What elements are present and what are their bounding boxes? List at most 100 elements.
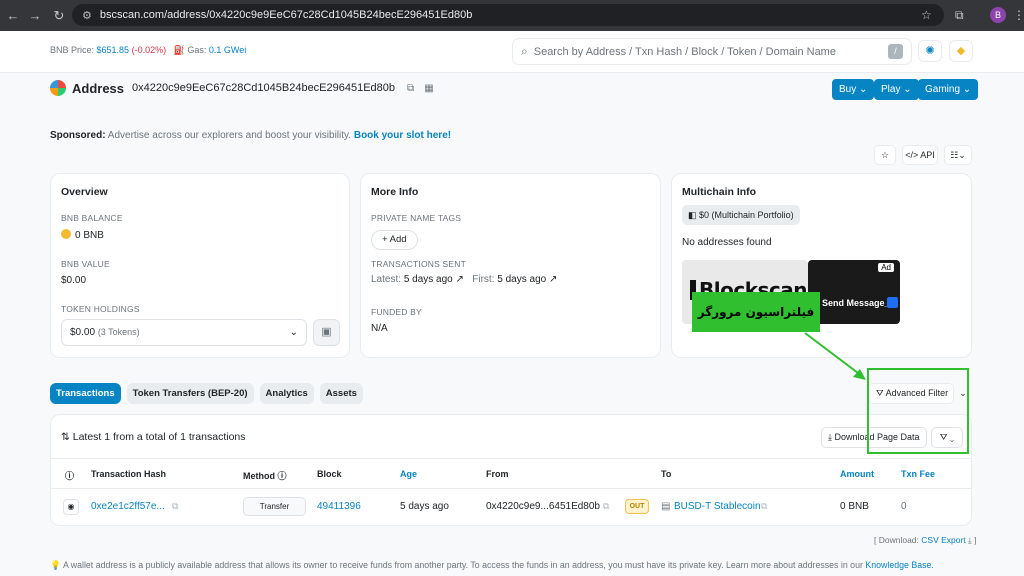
- extensions-icon[interactable]: ⧉: [955, 8, 964, 23]
- bookmark-star-icon[interactable]: ☆: [921, 8, 932, 22]
- first-tx-link[interactable]: 5 days ago: [497, 274, 546, 285]
- menu-icon[interactable]: ⋮: [1013, 8, 1024, 22]
- block-link[interactable]: 49411396: [317, 501, 361, 512]
- method-badge: Transfer: [243, 497, 306, 516]
- col-txn-fee[interactable]: Txn Fee: [901, 469, 935, 479]
- divider: [51, 458, 971, 459]
- token-holdings-dropdown[interactable]: $0.00 (3 Tokens) ⌄: [61, 319, 307, 346]
- direction-badge: OUT: [625, 499, 649, 514]
- tab-bar: Transactions Token Transfers (BEP-20) An…: [50, 383, 363, 404]
- bnb-balance-label: BNB BALANCE: [61, 213, 123, 223]
- col-amount[interactable]: Amount: [840, 469, 874, 479]
- col-to: To: [661, 469, 672, 479]
- gaming-button[interactable]: Gaming ⌄: [918, 79, 979, 100]
- gas-value[interactable]: 0.1 GWei: [209, 45, 246, 55]
- url-text: bscscan.com/address/0x4220c9e9EeC67c28Cd…: [99, 9, 473, 21]
- theme-toggle-icon[interactable]: ✺: [918, 40, 942, 62]
- tx-sent-label: TRANSACTIONS SENT: [371, 259, 467, 269]
- funded-by-value: N/A: [371, 323, 388, 334]
- tab-analytics[interactable]: Analytics: [259, 383, 314, 404]
- to-address-link[interactable]: BUSD-T Stablecoin: [674, 501, 761, 512]
- annotation-highlight-box: [867, 368, 969, 454]
- annotation-label: فیلتراسیون مرورگر: [692, 292, 820, 332]
- send-message-ad[interactable]: Ad Send Message_: [808, 260, 900, 324]
- address-hash: 0x4220c9e9EeC67c28Cd1045B24becE296451Ed8…: [132, 82, 396, 94]
- bnb-price-change: (-0.02%): [131, 45, 167, 55]
- sort-icon: ⇅: [61, 431, 70, 443]
- overview-card: Overview BNB BALANCE 0 BNB BNB VALUE $0.…: [50, 173, 350, 358]
- bnb-logo-icon[interactable]: ◆: [949, 40, 973, 62]
- sponsored-label: Sponsored:: [50, 130, 106, 141]
- buy-button[interactable]: Buy ⌄: [832, 79, 875, 100]
- api-button[interactable]: </> API: [902, 145, 938, 165]
- play-button[interactable]: Play ⌄: [874, 79, 919, 100]
- search-input[interactable]: [533, 45, 874, 58]
- name-tags-label: PRIVATE NAME TAGS: [371, 213, 462, 223]
- favorite-star-button[interactable]: ☆: [874, 145, 896, 165]
- profile-avatar[interactable]: B: [990, 7, 1006, 23]
- search-icon: ⌕: [521, 44, 528, 58]
- wallet-icon[interactable]: ▣: [313, 319, 340, 346]
- divider: [51, 488, 971, 489]
- tx-hash-link[interactable]: 0xe2e1c2ff57e...: [91, 501, 165, 512]
- col-transaction-hash: Transaction Hash: [91, 469, 167, 479]
- search-box[interactable]: ⌕ /: [512, 38, 912, 65]
- chevron-down-icon: ⌄: [289, 327, 298, 338]
- latest-tx-link[interactable]: 5 days ago: [404, 274, 453, 285]
- gas-label: Gas:: [187, 45, 207, 55]
- price-ticker: BNB Price: $651.85 (-0.02%) ⛽ Gas: 0.1 G…: [50, 45, 246, 56]
- col-block: Block: [317, 469, 342, 479]
- download-icon: ⤓: [828, 432, 832, 442]
- more-info-title: More Info: [371, 186, 419, 198]
- footer-note: 💡 A wallet address is a publicly availab…: [50, 560, 934, 570]
- site-header: BNB Price: $651.85 (-0.02%) ⛽ Gas: 0.1 G…: [0, 31, 1024, 73]
- back-icon[interactable]: ←: [2, 8, 24, 23]
- bnb-balance-value: 0 BNB: [61, 229, 104, 241]
- fee-value: 0: [901, 501, 907, 512]
- copy-icon[interactable]: ⧉: [407, 83, 414, 94]
- knowledge-base-link[interactable]: Knowledge Base.: [865, 560, 933, 570]
- eye-icon[interactable]: ◉: [63, 499, 79, 515]
- tab-assets[interactable]: Assets: [319, 383, 363, 404]
- bnb-price-label: BNB Price:: [50, 45, 95, 55]
- col-method: Method ⓘ: [243, 471, 287, 481]
- multichain-title: Multichain Info: [682, 186, 757, 198]
- more-info-card: More Info PRIVATE NAME TAGS + Add TRANSA…: [360, 173, 661, 358]
- overview-title: Overview: [61, 186, 108, 198]
- qr-code-icon[interactable]: ▦: [424, 83, 433, 94]
- more-options-button[interactable]: ☷⌄: [944, 145, 972, 165]
- forward-icon[interactable]: →: [24, 8, 46, 23]
- multichain-portfolio-button[interactable]: ◧ $0 (Multichain Portfolio): [682, 205, 800, 225]
- no-addresses-text: No addresses found: [682, 237, 772, 248]
- bnb-coin-icon: [61, 229, 71, 239]
- sponsored-text: Advertise across our explorers and boost…: [107, 130, 352, 141]
- arrow-up-right-icon: ↗: [455, 274, 464, 285]
- col-from: From: [486, 469, 509, 479]
- address-bar[interactable]: ⚙ bscscan.com/address/0x4220c9e9EeC67c28…: [72, 4, 944, 26]
- funded-by-label: FUNDED BY: [371, 307, 422, 317]
- book-slot-link[interactable]: Book your slot here!: [354, 130, 451, 141]
- copy-icon[interactable]: ⧉: [172, 501, 178, 512]
- slash-shortcut: /: [888, 44, 903, 59]
- csv-export-link[interactable]: CSV Export: [921, 535, 965, 545]
- address-heading: Address 0x4220c9e9EeC67c28Cd1045B24becE2…: [50, 80, 444, 96]
- arrow-up-right-icon: ↗: [548, 274, 558, 285]
- portfolio-icon: ◧: [688, 210, 697, 220]
- col-age[interactable]: Age: [400, 469, 417, 479]
- page-title: Address: [72, 80, 125, 96]
- gas-icon: ⛽: [173, 45, 185, 55]
- copy-icon[interactable]: ⧉: [603, 501, 609, 512]
- bnb-value-value: $0.00: [61, 275, 87, 286]
- site-settings-icon[interactable]: ⚙: [82, 9, 92, 22]
- tab-token-transfers[interactable]: Token Transfers (BEP-20): [126, 383, 254, 404]
- bnb-price-value[interactable]: $651.85: [97, 45, 130, 55]
- reload-icon[interactable]: ↻: [48, 8, 70, 24]
- csv-export: [ Download: CSV Export ⤓ ]: [874, 535, 977, 545]
- contract-icon: ▤: [661, 501, 671, 512]
- tab-transactions[interactable]: Transactions: [50, 383, 121, 404]
- add-name-tag-button[interactable]: + Add: [371, 230, 418, 250]
- copy-icon[interactable]: ⧉: [761, 501, 767, 512]
- amount-value: 0 BNB: [840, 501, 869, 512]
- info-icon[interactable]: ⓘ: [65, 469, 74, 482]
- bnb-value-label: BNB VALUE: [61, 259, 110, 269]
